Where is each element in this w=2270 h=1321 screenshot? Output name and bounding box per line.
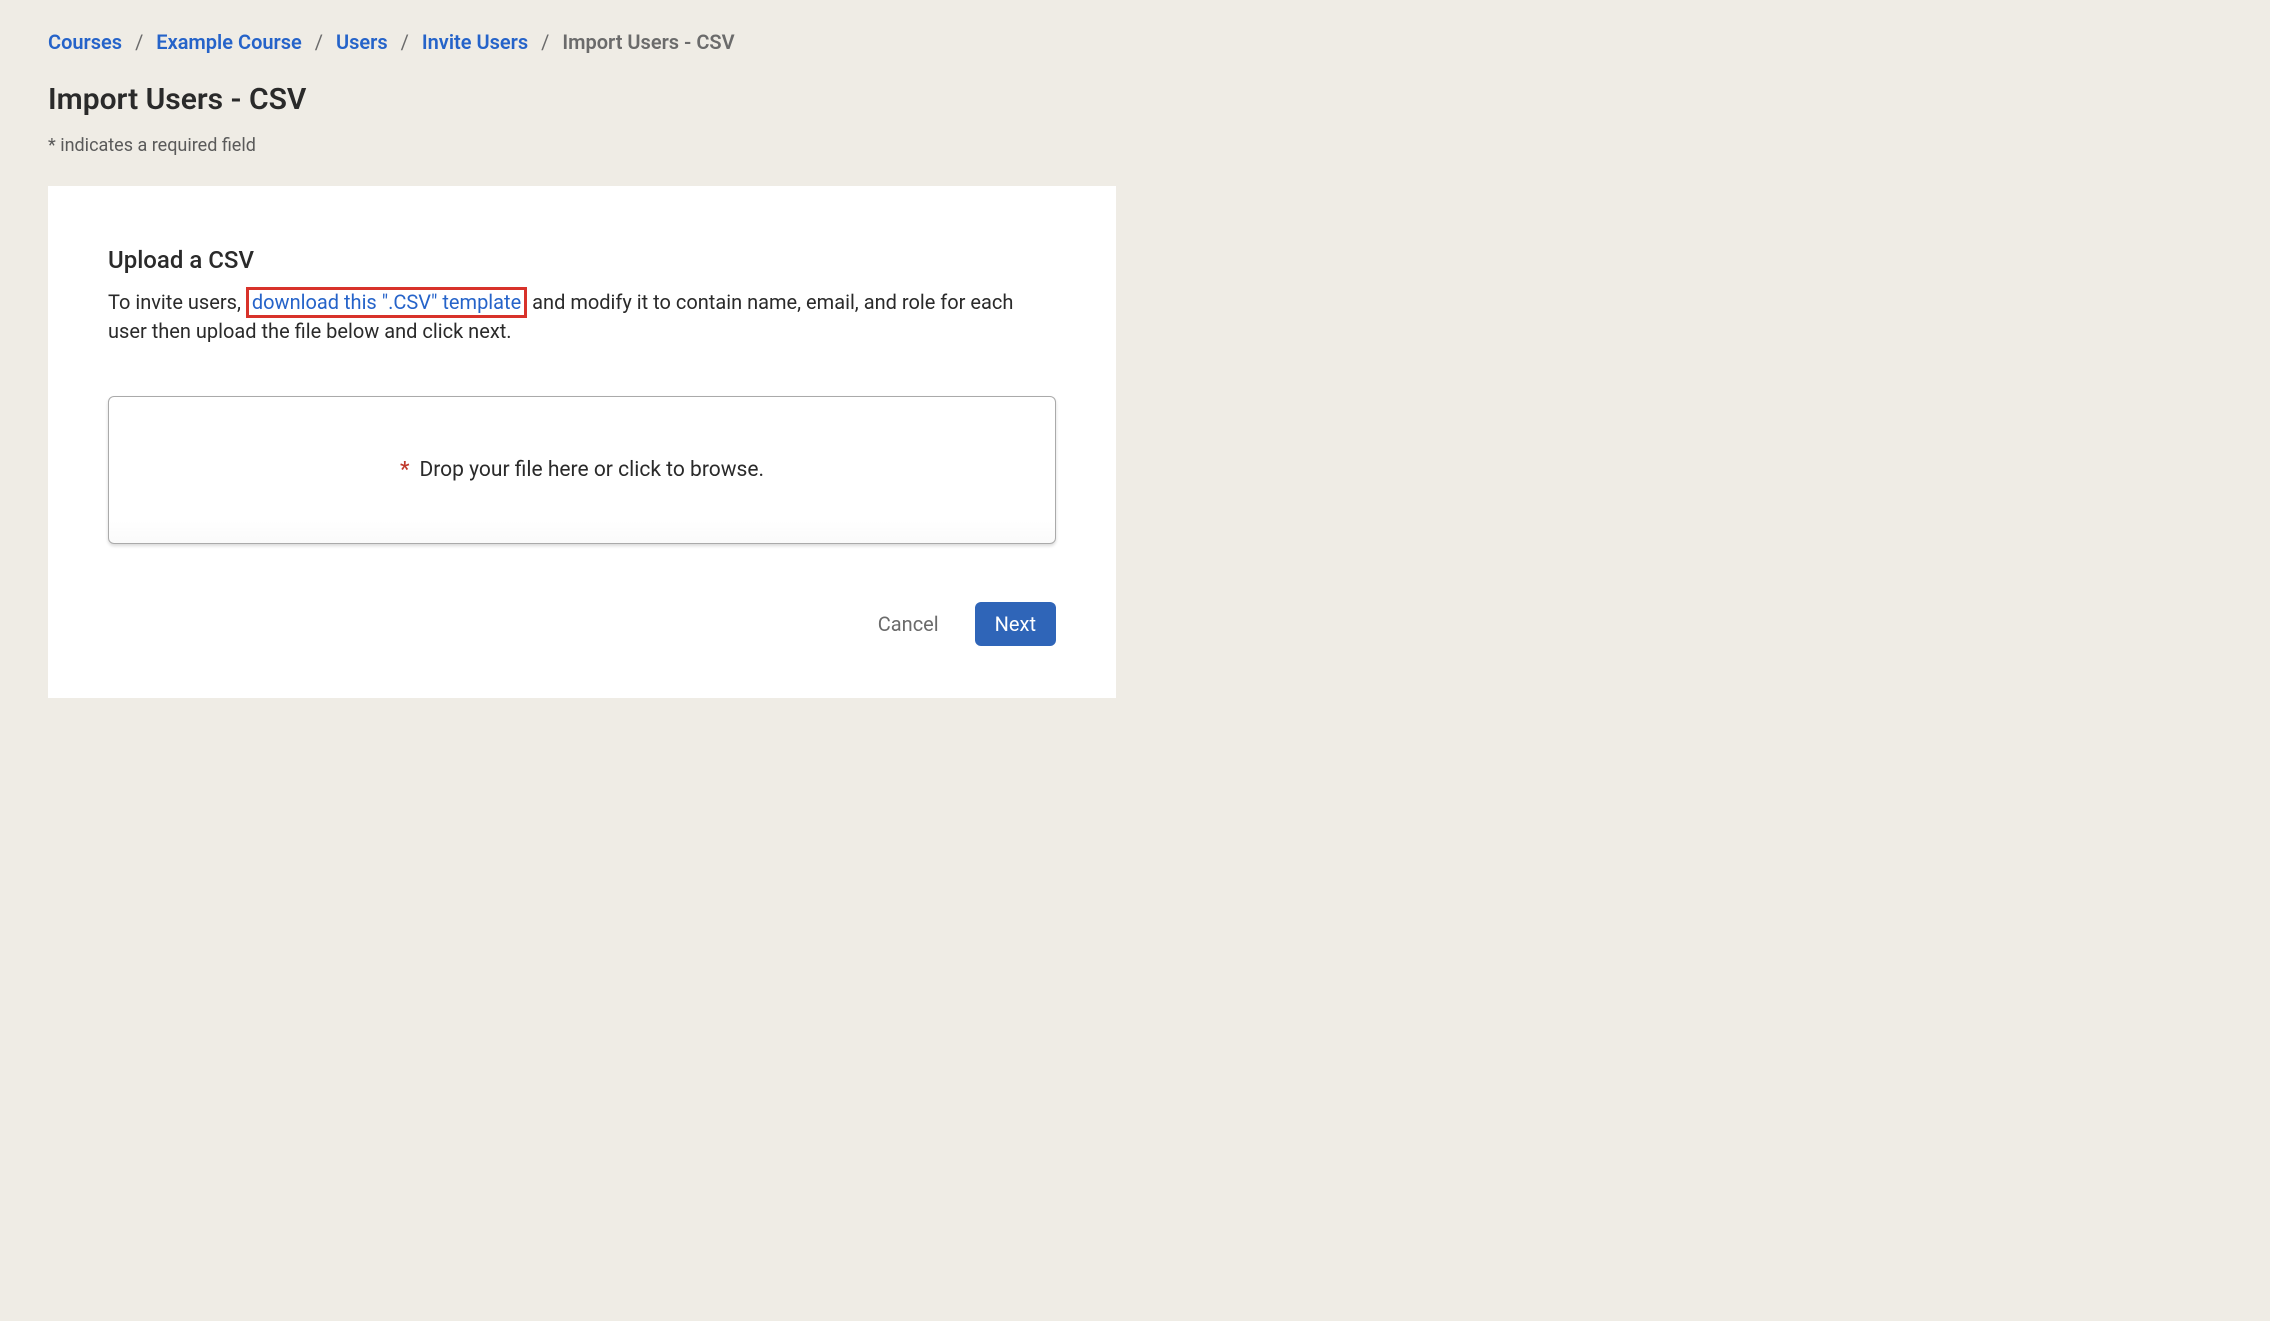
upload-section-title: Upload a CSV bbox=[108, 246, 1056, 274]
upload-card: Upload a CSV To invite users, download t… bbox=[48, 186, 1116, 698]
file-dropzone[interactable]: * Drop your file here or click to browse. bbox=[108, 396, 1056, 544]
page-title: Import Users - CSV bbox=[48, 82, 2222, 117]
breadcrumb-users[interactable]: Users bbox=[336, 30, 388, 54]
breadcrumb-separator: / bbox=[541, 30, 549, 54]
desc-prefix: To invite users, bbox=[108, 290, 246, 314]
button-row: Cancel Next bbox=[108, 602, 1056, 646]
breadcrumb-separator: / bbox=[315, 30, 323, 54]
next-button[interactable]: Next bbox=[975, 602, 1056, 646]
required-asterisk: * bbox=[400, 458, 409, 482]
breadcrumb-example-course[interactable]: Example Course bbox=[156, 30, 302, 54]
breadcrumb-courses[interactable]: Courses bbox=[48, 30, 122, 54]
cancel-button[interactable]: Cancel bbox=[878, 612, 939, 636]
breadcrumb-separator: / bbox=[135, 30, 143, 54]
upload-description: To invite users, download this ".CSV" te… bbox=[108, 288, 1056, 346]
required-field-note: * indicates a required field bbox=[48, 135, 2222, 156]
breadcrumb-separator: / bbox=[401, 30, 409, 54]
dropzone-label: * Drop your file here or click to browse. bbox=[400, 458, 764, 482]
dropzone-text: Drop your file here or click to browse. bbox=[419, 458, 764, 482]
download-csv-template-link[interactable]: download this ".CSV" template bbox=[252, 290, 521, 314]
download-template-highlight: download this ".CSV" template bbox=[246, 287, 527, 318]
breadcrumb-invite-users[interactable]: Invite Users bbox=[422, 30, 528, 54]
breadcrumb: Courses / Example Course / Users / Invit… bbox=[48, 30, 2222, 54]
breadcrumb-current: Import Users - CSV bbox=[562, 30, 734, 54]
